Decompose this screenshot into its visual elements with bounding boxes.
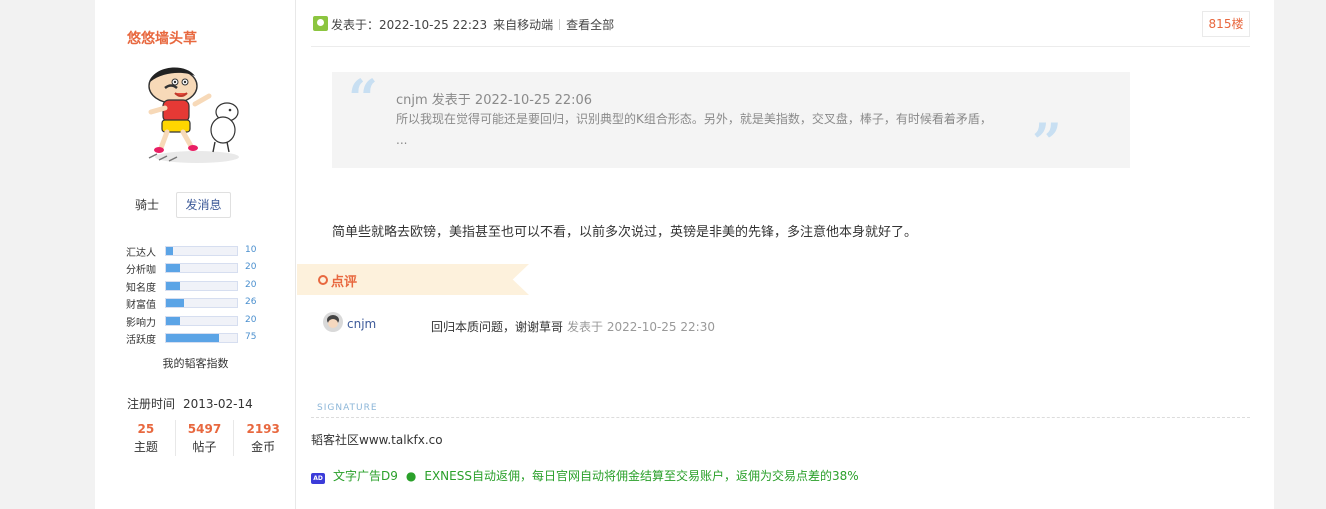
commenter-avatar[interactable] (323, 312, 343, 332)
comment-text: 回归本质问题，谢谢草哥 (431, 320, 564, 334)
stat-value: 20 (245, 314, 257, 325)
signature-divider (311, 417, 1250, 418)
stat-label: 知名度 (126, 282, 156, 294)
stat-bar-fill (166, 281, 181, 290)
stat-row: 知名度 20 (126, 278, 266, 295)
count-label: 主题 (133, 440, 158, 454)
send-message-button[interactable]: 发消息 (176, 192, 231, 218)
comment-time: 发表于 2022-10-25 22:30 (567, 320, 715, 334)
signature-label: SIGNATURE (317, 403, 378, 413)
stat-value: 20 (245, 262, 257, 273)
stat-bar-fill (166, 316, 181, 325)
post-container: 悠悠墙头草 骑士 发消息 汇达人 10 分析咖 20 知名度 20 财富值 26… (95, 0, 1274, 509)
ad-badge-icon: AD (311, 473, 325, 484)
quote-block: “ cnjm 发表于 2022-10-25 22:06 所以我现在觉得可能还是要… (332, 69, 1130, 174)
stat-bar-fill (166, 247, 174, 255)
stat-row: 影响力 20 (126, 313, 266, 330)
stat-label: 活跃度 (126, 334, 156, 346)
count-posts[interactable]: 5497 帖子 (176, 420, 235, 456)
count-topics[interactable]: 25 主题 (117, 420, 176, 456)
floor-number[interactable]: 815楼 (1202, 11, 1250, 37)
review-label: 点评 (331, 275, 358, 290)
stat-row: 财富值 26 (126, 295, 266, 312)
register-date: 2013-02-14 (183, 397, 253, 411)
stat-row: 汇达人 10 (126, 243, 266, 260)
post-body: 简单些就略去欧镑，美指甚至也可以不看，以前多次说过，英镑是非美的先锋，多注意他本… (332, 225, 918, 240)
post-main: 发表于：2022-10-25 22:23 来自移动端 查看全部 815楼 “ cnj… (297, 0, 1274, 509)
header-divider (559, 19, 561, 30)
stat-bar (165, 315, 238, 326)
stat-value: 20 (245, 279, 257, 290)
author-counts: 25 主题 5497 帖子 2193 金币 (117, 420, 292, 456)
stat-label: 汇达人 (126, 248, 156, 259)
stat-value: 26 (245, 297, 257, 308)
post-meta: 发表于：2022-10-25 22:23 来自移动端 查看全部 (331, 16, 614, 33)
stat-bar-fill (166, 264, 181, 273)
author-sidebar: 悠悠墙头草 骑士 发消息 汇达人 10 分析咖 20 知名度 20 财富值 26… (95, 0, 296, 509)
view-all-link[interactable]: 查看全部 (566, 18, 614, 32)
comment: 回归本质问题，谢谢草哥 发表于 2022-10-25 22:30 (431, 318, 715, 335)
ad-text[interactable]: EXNESS自动返佣，每日官网自动将佣金结算至交易账户，返佣为交易点差的38% (424, 469, 858, 483)
stat-bar (165, 246, 238, 256)
author-rank: 骑士 (135, 198, 160, 212)
count-label: 帖子 (192, 440, 217, 454)
stat-bar-fill (166, 299, 185, 308)
post-time: 发表于：2022-10-25 22:23 (331, 18, 488, 32)
post-header: 发表于：2022-10-25 22:23 来自移动端 查看全部 815楼 (311, 0, 1250, 47)
stat-value: 75 (245, 331, 257, 342)
stat-label: 分析咖 (126, 265, 156, 277)
stat-bar-fill (166, 333, 220, 342)
open-quote-icon: “ (348, 69, 378, 130)
count-label: 金币 (251, 440, 276, 454)
stat-row: 分析咖 20 (126, 260, 266, 277)
text-ad[interactable]: AD 文字广告D9 ● EXNESS自动返佣，每日官网自动将佣金结算至交易账户，返佣为… (311, 467, 859, 484)
commenter-name[interactable]: cnjm (347, 317, 376, 331)
stat-bar (165, 263, 238, 274)
register-label: 注册时间 (127, 397, 176, 411)
ad-title[interactable]: 文字广告D9 (333, 469, 398, 483)
post-source: 来自移动端 (493, 18, 554, 32)
review-circle-icon (318, 275, 328, 285)
stat-bar (165, 332, 238, 343)
stat-bar (165, 298, 238, 309)
author-avatar[interactable] (135, 60, 255, 170)
quote-text: 所以我现在觉得可能还是要回归，识别典型的K组合形态。另外，就是美指数，交叉盘，棒… (396, 112, 992, 147)
stat-row: 活跃度 75 (126, 330, 266, 347)
signature-text: 韬客社区www.talkfx.co (311, 433, 443, 447)
quote-meta: cnjm 发表于 2022-10-25 22:06 (396, 93, 593, 108)
stat-label: 影响力 (126, 317, 156, 329)
author-name[interactable]: 悠悠墙头草 (127, 28, 197, 48)
ad-dot: ● (405, 469, 417, 483)
count-number: 5497 (187, 422, 222, 436)
count-coins[interactable]: 2193 金币 (234, 420, 292, 456)
author-stats: 汇达人 10 分析咖 20 知名度 20 财富值 26 影响力 20 活跃度 7… (126, 243, 266, 347)
register-info: 注册时间 2013-02-14 (127, 395, 253, 412)
stat-bar (165, 280, 238, 291)
online-user-icon (313, 16, 328, 31)
close-quote-icon: ” (1032, 113, 1062, 174)
stat-label: 财富值 (126, 300, 156, 312)
stat-value: 10 (245, 245, 257, 255)
count-number: 2193 (246, 422, 280, 436)
index-title: 我的韬客指数 (162, 357, 229, 370)
count-number: 25 (137, 422, 155, 436)
